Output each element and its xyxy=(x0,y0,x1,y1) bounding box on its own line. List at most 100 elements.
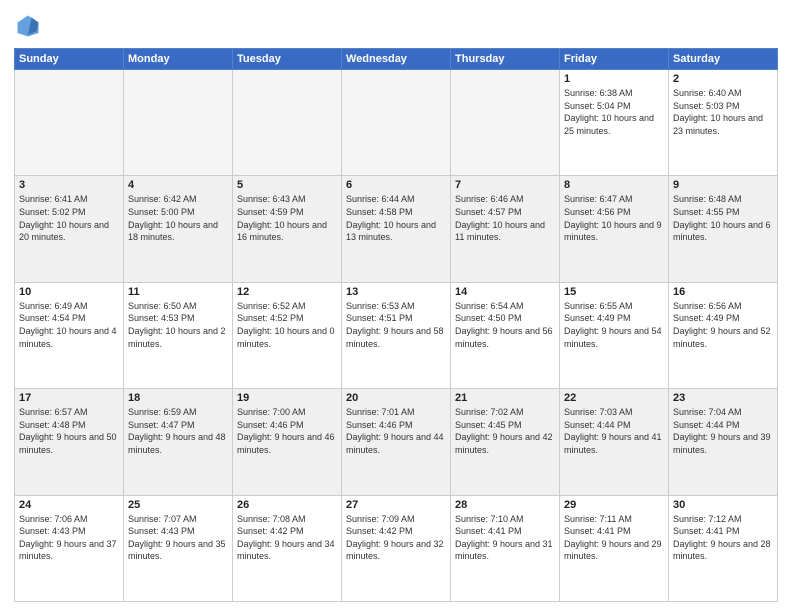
col-header-tuesday: Tuesday xyxy=(233,49,342,70)
day-info: Sunrise: 6:41 AMSunset: 5:02 PMDaylight:… xyxy=(19,193,119,243)
day-number: 12 xyxy=(237,286,337,298)
calendar-cell: 26 Sunrise: 7:08 AMSunset: 4:42 PMDayligh… xyxy=(233,495,342,601)
week-row-2: 3 Sunrise: 6:41 AMSunset: 5:02 PMDaylight… xyxy=(15,176,778,282)
calendar-cell: 23 Sunrise: 7:04 AMSunset: 4:44 PMDayligh… xyxy=(669,389,778,495)
col-header-wednesday: Wednesday xyxy=(342,49,451,70)
day-info: Sunrise: 7:11 AMSunset: 4:41 PMDaylight:… xyxy=(564,513,664,563)
day-info: Sunrise: 7:00 AMSunset: 4:46 PMDaylight:… xyxy=(237,406,337,456)
day-info: Sunrise: 6:55 AMSunset: 4:49 PMDaylight:… xyxy=(564,300,664,350)
calendar-cell: 27Sunrise: 7:09 AMSunset: 4:42 PMDayligh… xyxy=(342,495,451,601)
day-info: Sunrise: 7:02 AMSunset: 4:45 PMDaylight:… xyxy=(455,406,555,456)
col-header-monday: Monday xyxy=(124,49,233,70)
calendar-cell: 18Sunrise: 6:59 AMSunset: 4:47 PMDayligh… xyxy=(124,389,233,495)
day-number: 29 xyxy=(564,499,664,511)
day-info: Sunrise: 7:03 AMSunset: 4:44 PMDaylight:… xyxy=(564,406,664,456)
day-info: Sunrise: 7:09 AMSunset: 4:42 PMDaylight:… xyxy=(346,513,446,563)
calendar-cell: 14 Sunrise: 6:54 AMSunset: 4:50 PMDayligh… xyxy=(451,282,560,388)
day-info: Sunrise: 7:07 AMSunset: 4:43 PMDaylight:… xyxy=(128,513,228,563)
day-info: Sunrise: 6:46 AMSunset: 4:57 PMDaylight:… xyxy=(455,193,555,243)
day-number: 20 xyxy=(346,392,446,404)
day-info: Sunrise: 7:12 AMSunset: 4:41 PMDaylight:… xyxy=(673,513,773,563)
day-info: Sunrise: 7:08 AMSunset: 4:42 PMDaylight:… xyxy=(237,513,337,563)
day-number: 11 xyxy=(128,286,228,298)
calendar-cell: 17 Sunrise: 6:57 AMSunset: 4:48 PMDayligh… xyxy=(15,389,124,495)
day-info: Sunrise: 6:48 AMSunset: 4:55 PMDaylight:… xyxy=(673,193,773,243)
calendar-cell: 2 Sunrise: 6:40 AMSunset: 5:03 PMDaylight… xyxy=(669,70,778,176)
header xyxy=(14,12,778,40)
day-number: 6 xyxy=(346,179,446,191)
day-info: Sunrise: 7:01 AMSunset: 4:46 PMDaylight:… xyxy=(346,406,446,456)
day-number: 3 xyxy=(19,179,119,191)
logo-icon xyxy=(14,12,42,40)
col-header-sunday: Sunday xyxy=(15,49,124,70)
day-number: 9 xyxy=(673,179,773,191)
calendar-cell: 12 Sunrise: 6:52 AMSunset: 4:52 PMDayligh… xyxy=(233,282,342,388)
day-info: Sunrise: 7:04 AMSunset: 4:44 PMDaylight:… xyxy=(673,406,773,456)
calendar-cell: 30 Sunrise: 7:12 AMSunset: 4:41 PMDayligh… xyxy=(669,495,778,601)
day-info: Sunrise: 6:53 AMSunset: 4:51 PMDaylight:… xyxy=(346,300,446,350)
calendar-cell xyxy=(342,70,451,176)
day-number: 25 xyxy=(128,499,228,511)
day-number: 26 xyxy=(237,499,337,511)
calendar-cell: 13 Sunrise: 6:53 AMSunset: 4:51 PMDayligh… xyxy=(342,282,451,388)
calendar-cell: 28Sunrise: 7:10 AMSunset: 4:41 PMDayligh… xyxy=(451,495,560,601)
calendar-cell: 10 Sunrise: 6:49 AMSunset: 4:54 PMDayligh… xyxy=(15,282,124,388)
calendar-table: SundayMondayTuesdayWednesdayThursdayFrid… xyxy=(14,48,778,602)
day-number: 14 xyxy=(455,286,555,298)
day-info: Sunrise: 6:50 AMSunset: 4:53 PMDaylight:… xyxy=(128,300,228,350)
calendar-cell: 22Sunrise: 7:03 AMSunset: 4:44 PMDayligh… xyxy=(560,389,669,495)
day-info: Sunrise: 7:10 AMSunset: 4:41 PMDaylight:… xyxy=(455,513,555,563)
calendar-cell: 25 Sunrise: 7:07 AMSunset: 4:43 PMDayligh… xyxy=(124,495,233,601)
week-row-3: 10 Sunrise: 6:49 AMSunset: 4:54 PMDayligh… xyxy=(15,282,778,388)
day-number: 24 xyxy=(19,499,119,511)
calendar-cell xyxy=(15,70,124,176)
day-info: Sunrise: 6:49 AMSunset: 4:54 PMDaylight:… xyxy=(19,300,119,350)
day-info: Sunrise: 6:44 AMSunset: 4:58 PMDaylight:… xyxy=(346,193,446,243)
week-row-4: 17 Sunrise: 6:57 AMSunset: 4:48 PMDayligh… xyxy=(15,389,778,495)
calendar-cell: 5 Sunrise: 6:43 AMSunset: 4:59 PMDaylight… xyxy=(233,176,342,282)
day-number: 16 xyxy=(673,286,773,298)
calendar-cell: 24Sunrise: 7:06 AMSunset: 4:43 PMDayligh… xyxy=(15,495,124,601)
calendar-cell xyxy=(124,70,233,176)
day-number: 7 xyxy=(455,179,555,191)
day-info: Sunrise: 6:54 AMSunset: 4:50 PMDaylight:… xyxy=(455,300,555,350)
calendar-cell xyxy=(451,70,560,176)
day-number: 2 xyxy=(673,73,773,85)
calendar-cell xyxy=(233,70,342,176)
calendar-cell: 6 Sunrise: 6:44 AMSunset: 4:58 PMDaylight… xyxy=(342,176,451,282)
day-number: 8 xyxy=(564,179,664,191)
calendar-cell: 4Sunrise: 6:42 AMSunset: 5:00 PMDaylight… xyxy=(124,176,233,282)
day-number: 23 xyxy=(673,392,773,404)
day-info: Sunrise: 6:52 AMSunset: 4:52 PMDaylight:… xyxy=(237,300,337,350)
col-header-thursday: Thursday xyxy=(451,49,560,70)
day-number: 18 xyxy=(128,392,228,404)
calendar-cell: 19 Sunrise: 7:00 AMSunset: 4:46 PMDayligh… xyxy=(233,389,342,495)
day-info: Sunrise: 6:56 AMSunset: 4:49 PMDaylight:… xyxy=(673,300,773,350)
calendar-cell: 9 Sunrise: 6:48 AMSunset: 4:55 PMDaylight… xyxy=(669,176,778,282)
page: SundayMondayTuesdayWednesdayThursdayFrid… xyxy=(0,0,792,612)
day-number: 10 xyxy=(19,286,119,298)
day-info: Sunrise: 6:40 AMSunset: 5:03 PMDaylight:… xyxy=(673,87,773,137)
day-number: 15 xyxy=(564,286,664,298)
day-number: 17 xyxy=(19,392,119,404)
day-info: Sunrise: 6:57 AMSunset: 4:48 PMDaylight:… xyxy=(19,406,119,456)
calendar-cell: 11 Sunrise: 6:50 AMSunset: 4:53 PMDayligh… xyxy=(124,282,233,388)
day-number: 21 xyxy=(455,392,555,404)
logo xyxy=(14,12,46,40)
week-row-1: 1Sunrise: 6:38 AMSunset: 5:04 PMDaylight… xyxy=(15,70,778,176)
day-number: 30 xyxy=(673,499,773,511)
calendar-cell: 7 Sunrise: 6:46 AMSunset: 4:57 PMDaylight… xyxy=(451,176,560,282)
day-number: 4 xyxy=(128,179,228,191)
day-number: 13 xyxy=(346,286,446,298)
col-header-saturday: Saturday xyxy=(669,49,778,70)
day-info: Sunrise: 6:43 AMSunset: 4:59 PMDaylight:… xyxy=(237,193,337,243)
calendar-cell: 15 Sunrise: 6:55 AMSunset: 4:49 PMDayligh… xyxy=(560,282,669,388)
day-number: 19 xyxy=(237,392,337,404)
calendar-cell: 20 Sunrise: 7:01 AMSunset: 4:46 PMDayligh… xyxy=(342,389,451,495)
calendar-cell: 1Sunrise: 6:38 AMSunset: 5:04 PMDaylight… xyxy=(560,70,669,176)
day-number: 5 xyxy=(237,179,337,191)
calendar-cell: 8Sunrise: 6:47 AMSunset: 4:56 PMDaylight… xyxy=(560,176,669,282)
calendar-cell: 29 Sunrise: 7:11 AMSunset: 4:41 PMDayligh… xyxy=(560,495,669,601)
calendar-cell: 21 Sunrise: 7:02 AMSunset: 4:45 PMDayligh… xyxy=(451,389,560,495)
day-info: Sunrise: 6:38 AMSunset: 5:04 PMDaylight:… xyxy=(564,87,664,137)
